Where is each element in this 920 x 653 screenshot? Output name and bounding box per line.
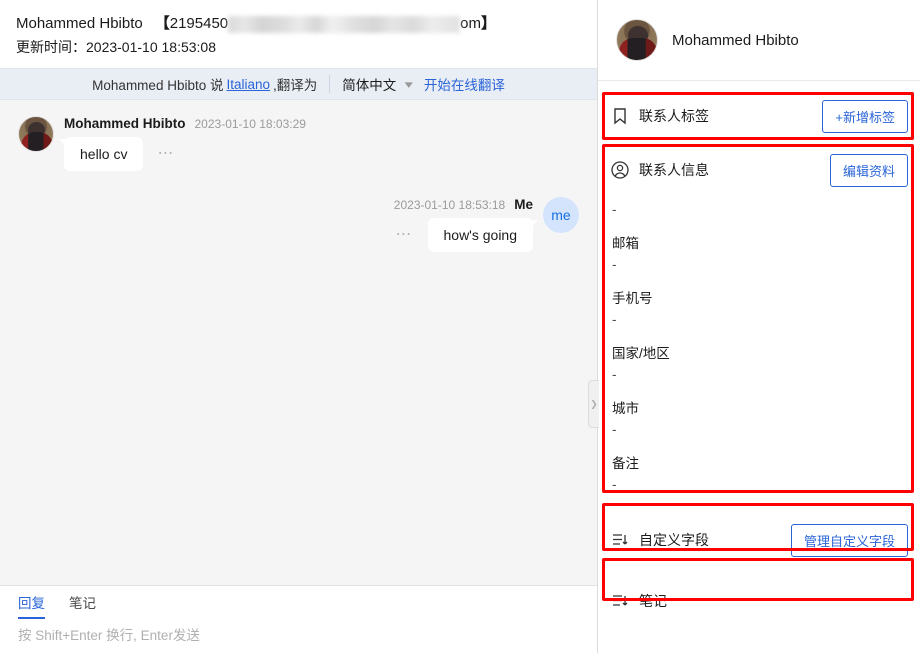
message-timestamp: 2023-01-10 18:03:29 (194, 117, 306, 131)
section-contact-tags: 联系人标签 +新增标签 (598, 93, 920, 139)
message-sender: Mohammed Hbibto (64, 116, 186, 131)
field-value: - (612, 202, 617, 217)
message-sender: Me (514, 197, 533, 212)
add-tag-button[interactable]: +新增标签 (822, 99, 908, 133)
target-language-select[interactable]: 简体中文 (342, 74, 396, 94)
message-timestamp: 2023-01-10 18:53:18 (393, 198, 506, 212)
field-label-phone: 手机号 (612, 291, 653, 306)
section-title: 自定义字段 (639, 532, 709, 548)
section-header-left: 联系人信息 (610, 160, 709, 180)
field-value-email: - (612, 257, 617, 272)
translate-divider (329, 75, 331, 93)
composer: 回复 笔记 按 Shift+Enter 换行, Enter发送 (0, 585, 597, 653)
peer-name: Mohammed Hbibto (16, 15, 143, 32)
chevron-down-icon[interactable]: ▾ (405, 78, 413, 91)
message-row-incoming: Mohammed Hbibto 2023-01-10 18:03:29 hell… (18, 116, 579, 171)
contact-name: Mohammed Hbibto (672, 31, 799, 49)
message-bubble[interactable]: how's going (427, 218, 538, 252)
composer-input[interactable]: 按 Shift+Enter 换行, Enter发送 (0, 616, 597, 652)
field-value-phone: - (612, 312, 617, 327)
contact-info-sections: 联系人标签 +新增标签 联系人信息 编辑资料 - 邮箱 - 手机号 - 国家/地… (598, 81, 920, 653)
redacted-email-block (228, 15, 461, 33)
field-value-remark: - (612, 477, 617, 492)
section-title: 笔记 (639, 593, 667, 609)
form-list-icon (610, 591, 630, 611)
section-header-left: 笔记 (610, 591, 667, 611)
contact-profile-header: Mohammed Hbibto (598, 0, 920, 81)
section-contact-info: 联系人信息 编辑资料 (598, 147, 920, 193)
section-notes: 笔记 (598, 578, 920, 624)
message-bubble[interactable]: hello cv (58, 137, 144, 171)
contact-avatar[interactable] (18, 116, 54, 152)
form-list-icon (610, 530, 630, 550)
field-label-remark: 备注 (612, 456, 639, 471)
contact-info-panel: Mohammed Hbibto 联系人标签 +新增标签 联系人信息 编辑资料 -… (598, 0, 920, 653)
field-label-country: 国家/地区 (612, 346, 670, 361)
message-body: 2023-01-10 18:53:18 Me ⋯ how's going (394, 197, 538, 252)
composer-tabs: 回复 笔记 (0, 586, 597, 619)
tab-reply[interactable]: 回复 (18, 592, 45, 619)
translate-bar: Mohammed Hbibto 说 Italiano ,翻译为 简体中文 ▾ 开… (0, 68, 597, 100)
message-meta: Mohammed Hbibto 2023-01-10 18:03:29 (64, 116, 306, 131)
bracket-open: 【 (154, 15, 170, 32)
section-title: 联系人标签 (639, 108, 709, 124)
me-avatar[interactable]: me (543, 197, 579, 233)
translate-prefix: Mohammed Hbibto 说 (92, 78, 224, 93)
message-row-outgoing: 2023-01-10 18:53:18 Me ⋯ how's going me (18, 197, 579, 252)
update-time: 更新时间：2023-01-10 18:53:08 (16, 39, 216, 55)
field-label-email: 邮箱 (612, 236, 639, 251)
bookmark-icon (610, 106, 630, 126)
manage-custom-fields-button[interactable]: 管理自定义字段 (790, 523, 908, 557)
chat-header: Mohammed Hbibto 【 2195450 om 】 更新时间：2023… (0, 0, 597, 68)
translate-middle-text: ,翻译为 (273, 78, 318, 93)
email-suffix: om (460, 15, 481, 32)
bracket-close: 】 (481, 15, 497, 32)
ellipsis-icon[interactable]: ⋯ (157, 146, 175, 162)
message-bubble-line: ⋯ how's going (394, 218, 538, 252)
ellipsis-icon[interactable]: ⋯ (396, 227, 414, 243)
user-circle-icon (610, 160, 630, 180)
message-bubble-line: hello cv ⋯ (58, 137, 306, 171)
section-header-left: 自定义字段 (610, 530, 709, 550)
chat-panel: Mohammed Hbibto 【 2195450 om 】 更新时间：2023… (0, 0, 599, 653)
section-header-left: 联系人标签 (610, 106, 709, 126)
message-body: Mohammed Hbibto 2023-01-10 18:03:29 hell… (58, 116, 306, 171)
message-list: Mohammed Hbibto 2023-01-10 18:03:29 hell… (0, 100, 597, 585)
field-value-city: - (612, 422, 617, 437)
tab-note[interactable]: 笔记 (69, 592, 96, 617)
chat-header-title-line: Mohammed Hbibto 【 2195450 om 】 (16, 13, 581, 35)
email-prefix: 2195450 (169, 15, 229, 32)
section-custom-fields: 自定义字段 管理自定义字段 (598, 517, 920, 563)
edit-profile-button[interactable]: 编辑资料 (829, 153, 908, 187)
contact-field-list: - 邮箱 - 手机号 - 国家/地区 - 城市 - 备注 - (598, 193, 920, 507)
message-meta: 2023-01-10 18:53:18 Me (394, 197, 533, 212)
source-language-link[interactable]: Italiano (226, 77, 270, 92)
section-title: 联系人信息 (639, 162, 709, 178)
field-value-country: - (612, 367, 617, 382)
chevron-right-icon[interactable]: ❯ (588, 380, 599, 428)
app-root: Mohammed Hbibto 【 2195450 om 】 更新时间：2023… (0, 0, 920, 653)
start-translate-link[interactable]: 开始在线翻译 (424, 74, 505, 94)
contact-avatar[interactable] (616, 19, 658, 61)
field-label-city: 城市 (612, 401, 639, 416)
